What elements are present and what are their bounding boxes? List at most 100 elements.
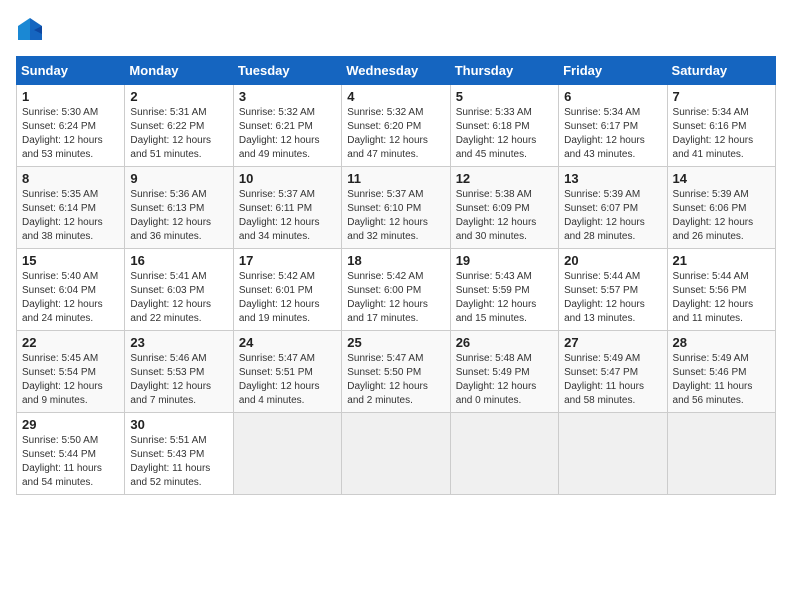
calendar-cell [667,413,775,495]
calendar-cell: 28Sunrise: 5:49 AMSunset: 5:46 PMDayligh… [667,331,775,413]
cell-info: Sunrise: 5:44 AMSunset: 5:57 PMDaylight:… [564,270,661,326]
calendar-cell [342,413,450,495]
day-number: 15 [22,253,119,268]
day-number: 21 [673,253,770,268]
calendar-cell [233,413,341,495]
calendar-header-row: SundayMondayTuesdayWednesdayThursdayFrid… [17,57,776,85]
column-header-tuesday: Tuesday [233,57,341,85]
day-number: 8 [22,171,119,186]
day-number: 27 [564,335,661,350]
calendar-cell: 30 Sunrise: 5:51 AMSunset: 5:43 PMDayligh… [125,413,233,495]
calendar-cell: 26 Sunrise: 5:48 AMSunset: 5:49 PMDayligh… [450,331,558,413]
day-number: 12 [456,171,553,186]
calendar-week-4: 22 Sunrise: 5:45 AMSunset: 5:54 PMDayligh… [17,331,776,413]
day-number: 13 [564,171,661,186]
calendar-cell: 19 Sunrise: 5:43 AMSunset: 5:59 PMDayligh… [450,249,558,331]
calendar-cell: 3 Sunrise: 5:32 AMSunset: 6:21 PMDaylight… [233,85,341,167]
day-number: 25 [347,335,444,350]
calendar-week-2: 8 Sunrise: 5:35 AMSunset: 6:14 PMDaylight… [17,167,776,249]
day-number: 6 [564,89,661,104]
calendar-cell: 23 Sunrise: 5:46 AMSunset: 5:53 PMDayligh… [125,331,233,413]
day-number: 19 [456,253,553,268]
day-number: 23 [130,335,227,350]
column-header-friday: Friday [559,57,667,85]
cell-info: Sunrise: 5:48 AMSunset: 5:49 PMDaylight:… [456,352,553,408]
calendar-week-1: 1Sunrise: 5:30 AMSunset: 6:24 PMDaylight… [17,85,776,167]
calendar-cell: 1Sunrise: 5:30 AMSunset: 6:24 PMDaylight… [17,85,125,167]
day-number: 5 [456,89,553,104]
day-number: 4 [347,89,444,104]
calendar-cell: 8 Sunrise: 5:35 AMSunset: 6:14 PMDaylight… [17,167,125,249]
cell-info: Sunrise: 5:51 AMSunset: 5:43 PMDaylight:… [130,434,227,490]
calendar-cell: 5 Sunrise: 5:33 AMSunset: 6:18 PMDaylight… [450,85,558,167]
day-number: 18 [347,253,444,268]
cell-info: Sunrise: 5:36 AMSunset: 6:13 PMDaylight:… [130,188,227,244]
cell-info: Sunrise: 5:32 AMSunset: 6:21 PMDaylight:… [239,106,336,162]
cell-info: Sunrise: 5:42 AMSunset: 6:01 PMDaylight:… [239,270,336,326]
day-number: 29 [22,417,119,432]
calendar-cell: 18 Sunrise: 5:42 AMSunset: 6:00 PMDayligh… [342,249,450,331]
cell-info: Sunrise: 5:37 AMSunset: 6:10 PMDaylight:… [347,188,444,244]
calendar-cell: 20Sunrise: 5:44 AMSunset: 5:57 PMDayligh… [559,249,667,331]
cell-info: Sunrise: 5:42 AMSunset: 6:00 PMDaylight:… [347,270,444,326]
cell-info: Sunrise: 5:34 AMSunset: 6:16 PMDaylight:… [673,106,770,162]
day-number: 17 [239,253,336,268]
calendar-cell: 29 Sunrise: 5:50 AMSunset: 5:44 PMDayligh… [17,413,125,495]
calendar-cell: 12 Sunrise: 5:38 AMSunset: 6:09 PMDayligh… [450,167,558,249]
column-header-wednesday: Wednesday [342,57,450,85]
day-number: 9 [130,171,227,186]
calendar-cell: 14Sunrise: 5:39 AMSunset: 6:06 PMDayligh… [667,167,775,249]
cell-info: Sunrise: 5:45 AMSunset: 5:54 PMDaylight:… [22,352,119,408]
cell-info: Sunrise: 5:39 AMSunset: 6:07 PMDaylight:… [564,188,661,244]
calendar-cell: 6 Sunrise: 5:34 AMSunset: 6:17 PMDaylight… [559,85,667,167]
day-number: 26 [456,335,553,350]
cell-info: Sunrise: 5:50 AMSunset: 5:44 PMDaylight:… [22,434,119,490]
calendar-cell: 7 Sunrise: 5:34 AMSunset: 6:16 PMDaylight… [667,85,775,167]
calendar-table: SundayMondayTuesdayWednesdayThursdayFrid… [16,56,776,495]
day-number: 24 [239,335,336,350]
day-number: 30 [130,417,227,432]
cell-info: Sunrise: 5:47 AMSunset: 5:50 PMDaylight:… [347,352,444,408]
day-number: 2 [130,89,227,104]
column-header-monday: Monday [125,57,233,85]
day-number: 16 [130,253,227,268]
page-header [16,16,776,44]
calendar-cell: 24 Sunrise: 5:47 AMSunset: 5:51 PMDayligh… [233,331,341,413]
cell-info: Sunrise: 5:40 AMSunset: 6:04 PMDaylight:… [22,270,119,326]
cell-info: Sunrise: 5:43 AMSunset: 5:59 PMDaylight:… [456,270,553,326]
cell-info: Sunrise: 5:44 AMSunset: 5:56 PMDaylight:… [673,270,770,326]
day-number: 10 [239,171,336,186]
day-number: 11 [347,171,444,186]
cell-info: Sunrise: 5:49 AMSunset: 5:46 PMDaylight:… [673,352,770,408]
day-number: 22 [22,335,119,350]
calendar-cell: 21 Sunrise: 5:44 AMSunset: 5:56 PMDayligh… [667,249,775,331]
cell-info: Sunrise: 5:35 AMSunset: 6:14 PMDaylight:… [22,188,119,244]
calendar-cell: 13 Sunrise: 5:39 AMSunset: 6:07 PMDayligh… [559,167,667,249]
calendar-cell: 2 Sunrise: 5:31 AMSunset: 6:22 PMDaylight… [125,85,233,167]
calendar-cell: 25 Sunrise: 5:47 AMSunset: 5:50 PMDayligh… [342,331,450,413]
calendar-cell: 27Sunrise: 5:49 AMSunset: 5:47 PMDayligh… [559,331,667,413]
calendar-cell: 15 Sunrise: 5:40 AMSunset: 6:04 PMDayligh… [17,249,125,331]
calendar-cell [450,413,558,495]
cell-info: Sunrise: 5:31 AMSunset: 6:22 PMDaylight:… [130,106,227,162]
cell-info: Sunrise: 5:38 AMSunset: 6:09 PMDaylight:… [456,188,553,244]
logo-icon [16,16,44,44]
calendar-cell: 22 Sunrise: 5:45 AMSunset: 5:54 PMDayligh… [17,331,125,413]
day-number: 7 [673,89,770,104]
cell-info: Sunrise: 5:32 AMSunset: 6:20 PMDaylight:… [347,106,444,162]
cell-info: Sunrise: 5:41 AMSunset: 6:03 PMDaylight:… [130,270,227,326]
column-header-saturday: Saturday [667,57,775,85]
cell-info: Sunrise: 5:46 AMSunset: 5:53 PMDaylight:… [130,352,227,408]
calendar-week-5: 29 Sunrise: 5:50 AMSunset: 5:44 PMDayligh… [17,413,776,495]
cell-info: Sunrise: 5:34 AMSunset: 6:17 PMDaylight:… [564,106,661,162]
calendar-cell: 4 Sunrise: 5:32 AMSunset: 6:20 PMDaylight… [342,85,450,167]
calendar-cell: 9 Sunrise: 5:36 AMSunset: 6:13 PMDaylight… [125,167,233,249]
calendar-cell: 11 Sunrise: 5:37 AMSunset: 6:10 PMDayligh… [342,167,450,249]
calendar-week-3: 15 Sunrise: 5:40 AMSunset: 6:04 PMDayligh… [17,249,776,331]
cell-info: Sunrise: 5:33 AMSunset: 6:18 PMDaylight:… [456,106,553,162]
day-number: 14 [673,171,770,186]
cell-info: Sunrise: 5:47 AMSunset: 5:51 PMDaylight:… [239,352,336,408]
calendar-cell [559,413,667,495]
calendar-cell: 10Sunrise: 5:37 AMSunset: 6:11 PMDayligh… [233,167,341,249]
day-number: 3 [239,89,336,104]
